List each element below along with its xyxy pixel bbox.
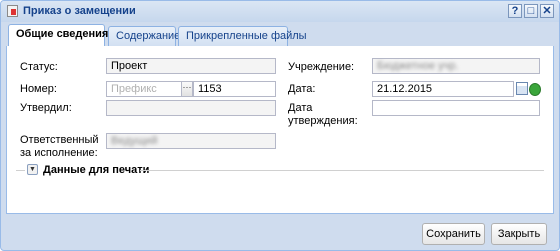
- prefix-placeholder: Префикс: [111, 83, 157, 95]
- institution-label: Учреждение:: [288, 61, 355, 73]
- approval-date-input[interactable]: [372, 100, 540, 116]
- help-icon[interactable]: ?: [508, 4, 522, 18]
- save-button[interactable]: Сохранить: [422, 223, 485, 245]
- tab-attached-files[interactable]: Прикрепленные файлы: [178, 26, 307, 46]
- close-icon[interactable]: ✕: [540, 4, 554, 18]
- number-prefix-input[interactable]: Префикс: [106, 81, 182, 97]
- approved-by-field[interactable]: [106, 100, 276, 116]
- window-controls: ? □ ✕: [508, 4, 554, 18]
- document-icon: [7, 5, 18, 17]
- calendar-icon[interactable]: [516, 82, 528, 95]
- maximize-icon[interactable]: □: [524, 4, 538, 18]
- responsible-label-line1: Ответственный: [20, 134, 99, 146]
- chevron-down-icon[interactable]: ▼: [27, 164, 38, 175]
- section-divider-left: [16, 170, 25, 171]
- dialog-window: Приказ о замещении ? □ ✕ Общие сведения …: [0, 0, 560, 251]
- approval-date-label-line2: утверждения:: [288, 115, 358, 127]
- institution-field[interactable]: Бюджетное учр.: [372, 58, 540, 74]
- tab-general[interactable]: Общие сведения: [8, 24, 108, 47]
- number-input[interactable]: 1153: [193, 81, 276, 97]
- date-input[interactable]: 21.12.2015: [372, 81, 514, 97]
- general-tab-panel: Статус: Проект Номер: Префикс ··· 1153 У…: [6, 46, 554, 214]
- responsible-field[interactable]: Ведущий: [106, 133, 276, 149]
- responsible-label-line2: за исполнение:: [20, 147, 98, 159]
- title-bar[interactable]: Приказ о замещении ? □ ✕: [1, 1, 559, 22]
- clear-date-icon[interactable]: [529, 83, 541, 96]
- section-divider-right: [140, 170, 544, 171]
- date-label: Дата:: [288, 83, 316, 95]
- tab-content[interactable]: Содержание: [108, 26, 180, 46]
- status-label: Статус:: [20, 61, 58, 73]
- number-lookup-button[interactable]: ···: [181, 81, 193, 97]
- number-label: Номер:: [20, 83, 57, 95]
- window-title: Приказ о замещении: [23, 5, 136, 17]
- close-button[interactable]: Закрыть: [491, 223, 547, 245]
- approved-by-label: Утвердил:: [20, 102, 72, 114]
- approval-date-label-line1: Дата: [288, 102, 313, 114]
- print-data-section-title[interactable]: Данные для печати: [43, 164, 149, 177]
- tab-strip: Общие сведения Содержание Прикрепленные …: [6, 24, 554, 47]
- institution-value: Бюджетное учр.: [377, 60, 459, 72]
- responsible-value: Ведущий: [111, 135, 158, 147]
- status-field[interactable]: Проект: [106, 58, 276, 74]
